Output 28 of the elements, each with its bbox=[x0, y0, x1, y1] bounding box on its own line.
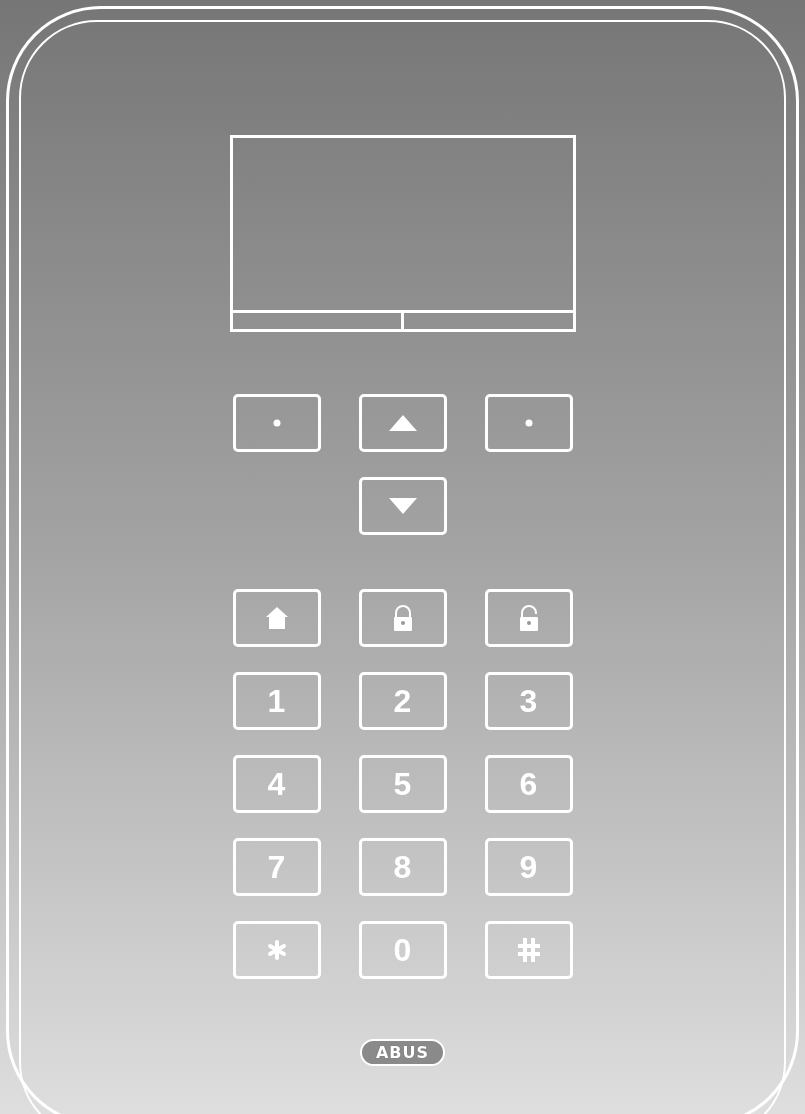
closed-padlock-icon bbox=[391, 605, 414, 631]
digit-key[interactable]: 4 bbox=[232, 755, 321, 813]
digit-key[interactable]: 1 bbox=[232, 672, 321, 730]
soft-key-button[interactable] bbox=[232, 394, 321, 452]
home-key[interactable] bbox=[232, 589, 321, 647]
star-key[interactable] bbox=[232, 921, 321, 979]
down-triangle-icon bbox=[388, 498, 417, 514]
soft-key-button[interactable] bbox=[484, 394, 573, 452]
digit-key[interactable]: 6 bbox=[484, 755, 573, 813]
house-icon bbox=[265, 607, 288, 629]
dot-icon bbox=[524, 419, 533, 427]
brand-logo: ABUS bbox=[359, 1039, 446, 1066]
hash-key[interactable] bbox=[484, 921, 573, 979]
unlock-key[interactable] bbox=[484, 589, 573, 647]
up-triangle-icon bbox=[388, 415, 417, 431]
digit-key[interactable]: 3 bbox=[484, 672, 573, 730]
up-arrow-button[interactable] bbox=[358, 394, 447, 452]
digit-key[interactable]: 7 bbox=[232, 838, 321, 896]
asterisk-icon bbox=[266, 940, 287, 960]
dot-icon bbox=[272, 419, 281, 427]
lock-key[interactable] bbox=[358, 589, 447, 647]
digit-key[interactable]: 9 bbox=[484, 838, 573, 896]
open-padlock-icon bbox=[517, 605, 540, 631]
digit-key[interactable]: 8 bbox=[358, 838, 447, 896]
hash-icon bbox=[517, 938, 540, 962]
digit-key[interactable]: 2 bbox=[358, 672, 447, 730]
digit-key[interactable]: 5 bbox=[358, 755, 447, 813]
down-arrow-button[interactable] bbox=[358, 477, 447, 535]
